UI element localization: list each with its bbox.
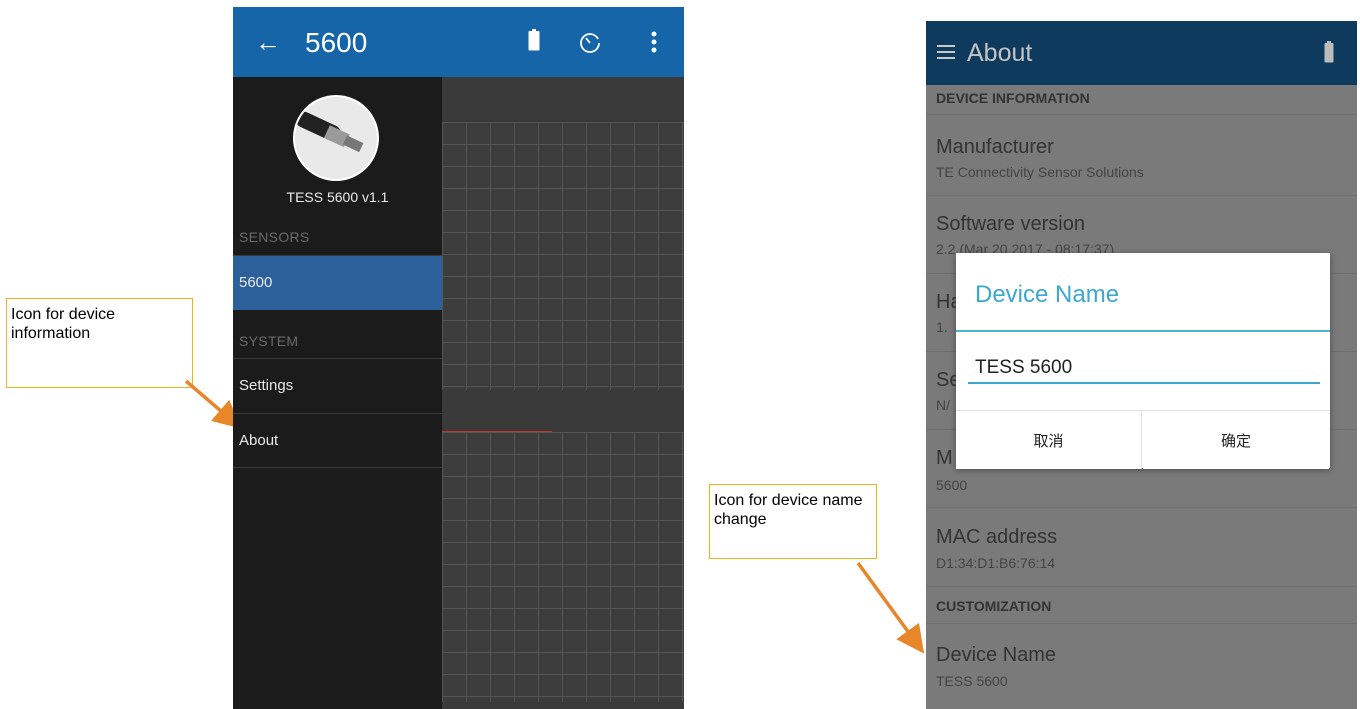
menu-icon[interactable] <box>937 45 955 59</box>
right-page-title: About <box>967 39 1033 67</box>
battery-icon[interactable] <box>528 29 540 51</box>
device-name-row[interactable]: Device Name TESS 5600 <box>926 624 1357 709</box>
right-app-bar: About <box>926 21 1357 85</box>
navigation-drawer: TESS 5600 v1.1 SENSORS 5600 SYSTEM Setti… <box>233 77 442 709</box>
graph-grid-bottom <box>442 432 684 702</box>
divider <box>233 467 442 468</box>
hardware-version-value: 1. <box>936 319 948 335</box>
graph-area <box>442 77 684 709</box>
graph-grid-top <box>442 122 684 390</box>
left-page-title: 5600 <box>305 27 368 58</box>
device-name-dialog: Device Name 取消 确定 <box>956 253 1330 469</box>
drawer-item-about[interactable]: About <box>233 414 442 467</box>
drawer-device-name: TESS 5600 v1.1 <box>286 189 389 205</box>
drawer-item-5600[interactable]: 5600 <box>233 256 442 310</box>
drawer-item-label: 5600 <box>239 274 273 291</box>
serial-number-value: N/ <box>936 397 950 413</box>
ok-button[interactable]: 确定 <box>1143 411 1329 469</box>
divider <box>926 586 1357 587</box>
battery-icon[interactable] <box>1324 41 1334 63</box>
arrow-to-about <box>184 379 242 429</box>
device-avatar <box>293 95 379 181</box>
manufacturer-title: Manufacturer <box>936 136 1054 158</box>
software-version-title: Software version <box>936 213 1085 235</box>
cancel-button[interactable]: 取消 <box>956 411 1142 469</box>
divider <box>926 195 1357 196</box>
back-arrow-icon[interactable]: ← <box>255 29 281 55</box>
model-value: 5600 <box>936 477 968 493</box>
callout-name-change-text: Icon for device name change <box>714 492 863 528</box>
drawer-item-label: About <box>239 432 279 449</box>
manufacturer-value: TE Connectivity Sensor Solutions <box>936 164 1144 180</box>
device-name-input[interactable] <box>968 351 1320 385</box>
system-section-label: SYSTEM <box>239 333 299 349</box>
more-vert-icon[interactable] <box>651 31 657 53</box>
left-phone-screen: ← 5600 TESS 5600 v1.1 SENSORS 5600 SYSTE… <box>233 7 684 709</box>
dialog-title: Device Name <box>975 281 1120 308</box>
callout-device-name-change: Icon for device name change <box>709 484 877 559</box>
sensor-image-icon <box>295 111 364 153</box>
input-underline <box>968 382 1320 384</box>
device-information-header: DEVICE INFORMATION <box>936 90 1090 106</box>
timer-icon[interactable] <box>578 30 602 54</box>
sensors-section-label: SENSORS <box>239 229 310 245</box>
arrow-to-device-name <box>856 561 925 654</box>
dialog-button-row: 取消 确定 <box>956 410 1330 469</box>
callout-device-information: Icon for device information <box>6 298 193 388</box>
callout-info-text: Icon for device information <box>11 306 116 342</box>
drawer-item-label: Settings <box>239 377 294 394</box>
model-title: M <box>936 447 953 469</box>
mac-address-title: MAC address <box>936 526 1058 548</box>
dialog-title-divider <box>956 330 1330 332</box>
device-name-title: Device Name <box>936 644 1057 666</box>
customization-header: CUSTOMIZATION <box>936 598 1052 614</box>
divider <box>926 114 1357 115</box>
drawer-item-settings[interactable]: Settings <box>233 359 442 413</box>
mac-address-value: D1:34:D1:B6:76:14 <box>936 555 1056 571</box>
device-name-value: TESS 5600 <box>936 673 1008 689</box>
left-app-bar: ← 5600 <box>233 7 684 77</box>
divider <box>926 507 1357 508</box>
